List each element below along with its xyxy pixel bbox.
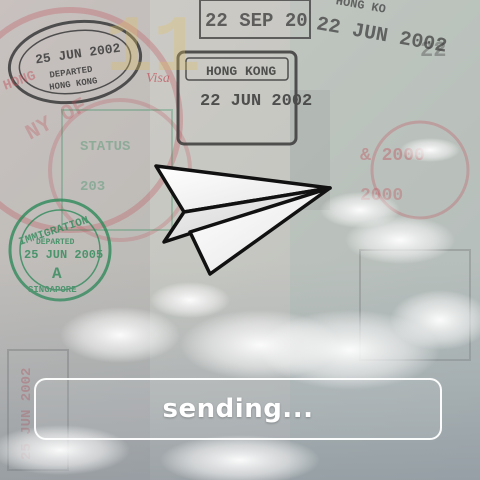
sending-status-box: sending... <box>34 378 442 440</box>
stamp-visa: Visa <box>146 71 170 86</box>
svg-text:203: 203 <box>80 179 105 195</box>
svg-text:STATUS: STATUS <box>80 139 130 155</box>
svg-text:HONG KONG: HONG KONG <box>206 64 276 79</box>
svg-text:25 JUN 2005: 25 JUN 2005 <box>24 248 103 262</box>
sending-status-label: sending... <box>162 394 314 424</box>
paper-plane-icon <box>154 164 332 276</box>
svg-text:DEPARTED: DEPARTED <box>36 238 75 247</box>
svg-text:22 SEP 20: 22 SEP 20 <box>205 10 308 32</box>
svg-text:22: 22 <box>420 38 446 63</box>
sending-screen: 25 JUN 2002 DEPARTED HONG KONG HONG NY O… <box>0 0 480 480</box>
